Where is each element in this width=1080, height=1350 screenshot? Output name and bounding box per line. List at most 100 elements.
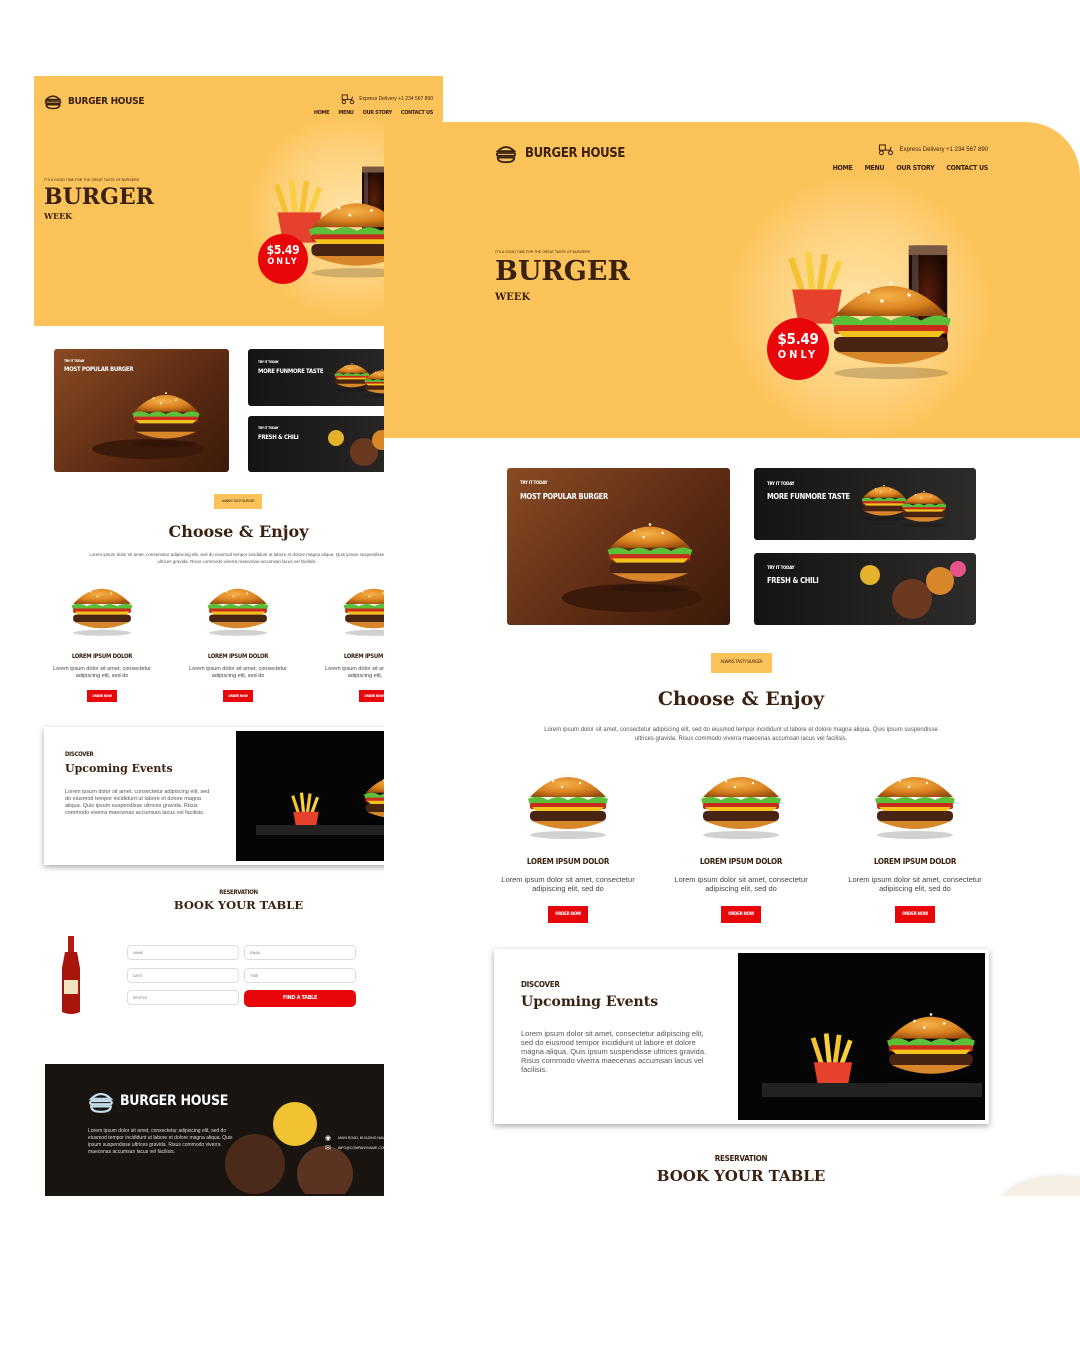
product-burger-image bbox=[200, 574, 276, 640]
nav-menu[interactable]: MENU bbox=[865, 164, 885, 172]
order-now-button[interactable]: ORDER NOW bbox=[548, 906, 588, 923]
footer-logo[interactable]: BURGER HOUSE bbox=[88, 1088, 228, 1114]
product-card: LOREM IPSUM DOLOR Lorem ipsum dolor sit … bbox=[835, 758, 995, 923]
order-now-button[interactable]: ORDER NOW bbox=[895, 906, 935, 923]
footer-brand-name: BURGER HOUSE bbox=[120, 1093, 229, 1109]
nav-home[interactable]: HOME bbox=[314, 110, 330, 116]
events-title: Upcoming Events bbox=[521, 994, 659, 1010]
promo-card-fresh-chili[interactable]: TRY IT TODAY FRESH & CHILI bbox=[754, 553, 976, 625]
events-kicker: DISCOVER bbox=[65, 751, 94, 758]
always-tasty-badge: ALWAYS TASTY BURGER bbox=[711, 653, 772, 673]
promo-title: FRESH & CHILI bbox=[767, 576, 819, 585]
events-text: Lorem ipsum dolor sit amet, consectetur … bbox=[521, 1029, 707, 1074]
brand-name: BURGER HOUSE bbox=[68, 95, 145, 107]
product-card: LOREM IPSUM DOLOR Lorem ipsum dolor sit … bbox=[42, 574, 162, 702]
main-nav: HOME MENU OUR STORY CONTACT US bbox=[833, 164, 989, 172]
footer: BURGER HOUSE Lorem ipsum dolor sit amet,… bbox=[45, 1064, 432, 1218]
reservation-title: BOOK YOUR TABLE bbox=[173, 898, 304, 912]
promo-card-popular[interactable]: TRY IT TODAY MOST POPULAR BURGER bbox=[54, 349, 229, 472]
hero-title: BURGER bbox=[44, 184, 154, 210]
hero-title: BURGER bbox=[495, 256, 630, 287]
promo-burger-image bbox=[597, 504, 703, 600]
menu-intro: Lorem ipsum dolor sit amet, consectetur … bbox=[544, 727, 938, 742]
burger-logo-icon bbox=[44, 92, 62, 110]
hero-subtitle: WEEK bbox=[495, 292, 531, 303]
footer-text: Lorem ipsum dolor sit amet, consectetur … bbox=[88, 1128, 233, 1155]
nav-home[interactable]: HOME bbox=[833, 164, 853, 172]
back-page-preview: BURGER HOUSE Express Delivery +1 234 567… bbox=[34, 76, 443, 1218]
patty-and-sauce-image bbox=[860, 561, 966, 619]
mail-icon: ✉ bbox=[325, 1145, 331, 1152]
nav-our-story[interactable]: OUR STORY bbox=[896, 164, 934, 172]
hero-section: BURGER HOUSE Express Delivery +1 234 567… bbox=[384, 122, 1080, 438]
express-delivery: Express Delivery +1 234 567 890 bbox=[341, 93, 433, 105]
brand-name: BURGER HOUSE bbox=[525, 145, 626, 161]
product-burger-image bbox=[518, 758, 618, 844]
promo-kicker: TRY IT TODAY bbox=[258, 426, 279, 430]
product-name: LOREM IPSUM DOLOR bbox=[207, 653, 269, 660]
promo-burger-image bbox=[124, 377, 208, 453]
events-section: DISCOVER Upcoming Events Lorem ipsum dol… bbox=[494, 949, 989, 1124]
express-delivery: Express Delivery +1 234 567 890 bbox=[878, 143, 988, 156]
events-text: Lorem ipsum dolor sit amet, consectetur … bbox=[65, 789, 210, 816]
product-desc: Lorem ipsum dolor sit amet, consectetur … bbox=[674, 875, 808, 893]
product-burger-image bbox=[691, 758, 791, 844]
order-now-button[interactable]: ORDER NOW bbox=[87, 690, 117, 702]
product-desc: Lorem ipsum dolor sit amet, consectetur … bbox=[501, 875, 635, 893]
product-name: LOREM IPSUM DOLOR bbox=[873, 857, 957, 866]
always-tasty-badge: ALWAYS TASTY BURGER bbox=[214, 494, 262, 509]
hero-tagline: IT'S A GOOD TIME FOR THE GREAT TASTE OF … bbox=[44, 178, 139, 182]
events-title: Upcoming Events bbox=[65, 762, 173, 775]
promo-card-funmore[interactable]: TRY IT TODAY MORE FUNMORE TASTE bbox=[754, 468, 976, 540]
footer-email[interactable]: ✉ INFO@COMPANYNAME.COM bbox=[325, 1144, 386, 1152]
date-field[interactable]: DATE bbox=[127, 968, 239, 983]
price-value: $5.49 bbox=[777, 330, 819, 348]
promo-kicker: TRY IT TODAY bbox=[520, 481, 548, 486]
nav-contact-us[interactable]: CONTACT US bbox=[401, 110, 433, 116]
product-card: LOREM IPSUM DOLOR Lorem ipsum dolor sit … bbox=[661, 758, 821, 923]
price-note: ONLY bbox=[777, 348, 819, 361]
brand-logo[interactable]: BURGER HOUSE bbox=[495, 142, 625, 164]
find-table-button[interactable]: FIND A TABLE bbox=[244, 990, 356, 1007]
hero-burger-image bbox=[816, 262, 966, 382]
delivery-scooter-icon bbox=[878, 143, 894, 156]
promo-title: MOST POPULAR BURGER bbox=[64, 366, 134, 373]
nav-contact-us[interactable]: CONTACT US bbox=[946, 164, 988, 172]
express-text: Express Delivery +1 234 567 890 bbox=[359, 96, 433, 102]
order-now-button[interactable]: ORDER NOW bbox=[721, 906, 761, 923]
order-now-button[interactable]: ORDER NOW bbox=[223, 690, 253, 702]
product-name: LOREM IPSUM DOLOR bbox=[526, 857, 610, 866]
people-field[interactable]: PEOPLE bbox=[127, 990, 239, 1005]
name-field[interactable]: NAME bbox=[127, 945, 239, 960]
price-value: $5.49 bbox=[266, 243, 300, 257]
burger-logo-icon bbox=[495, 142, 517, 164]
page-background bbox=[0, 1196, 1080, 1350]
delivery-scooter-icon bbox=[341, 93, 355, 105]
price-badge: $5.49 ONLY bbox=[258, 234, 308, 284]
promo-kicker: TRY IT TODAY bbox=[767, 566, 795, 571]
menu-intro: Lorem ipsum dolor sit amet, consectetur … bbox=[89, 552, 385, 564]
product-name: LOREM IPSUM DOLOR bbox=[71, 653, 133, 660]
nav-our-story[interactable]: OUR STORY bbox=[363, 110, 393, 116]
nav-menu[interactable]: MENU bbox=[338, 110, 354, 116]
reservation-kicker: RESERVATION bbox=[219, 889, 258, 896]
product-card: LOREM IPSUM DOLOR Lorem ipsum dolor sit … bbox=[178, 574, 298, 702]
promo-kicker: TRY IT TODAY bbox=[258, 360, 279, 364]
email-field[interactable]: EMAIL bbox=[244, 945, 356, 960]
events-section: DISCOVER Upcoming Events Lorem ipsum dol… bbox=[44, 727, 414, 865]
express-text: Express Delivery +1 234 567 890 bbox=[899, 146, 988, 153]
brand-logo[interactable]: BURGER HOUSE bbox=[44, 92, 144, 110]
slate-board bbox=[762, 1083, 982, 1097]
hero-section: BURGER HOUSE Express Delivery +1 234 567… bbox=[34, 76, 443, 326]
promo-burger-image bbox=[896, 480, 952, 532]
promo-title: FRESH & CHILI bbox=[258, 434, 299, 441]
product-burger-image bbox=[865, 758, 965, 844]
reservation-title: BOOK YOUR TABLE bbox=[656, 1167, 826, 1185]
promo-card-popular[interactable]: TRY IT TODAY MOST POPULAR BURGER bbox=[507, 468, 730, 625]
time-field[interactable]: TIME bbox=[244, 968, 356, 983]
menu-title: Choose & Enjoy bbox=[168, 522, 309, 541]
events-burger-image bbox=[876, 995, 985, 1091]
reservation-kicker: RESERVATION bbox=[714, 1154, 768, 1163]
product-desc: Lorem ipsum dolor sit amet, consectetur … bbox=[189, 666, 287, 679]
events-kicker: DISCOVER bbox=[521, 980, 560, 989]
